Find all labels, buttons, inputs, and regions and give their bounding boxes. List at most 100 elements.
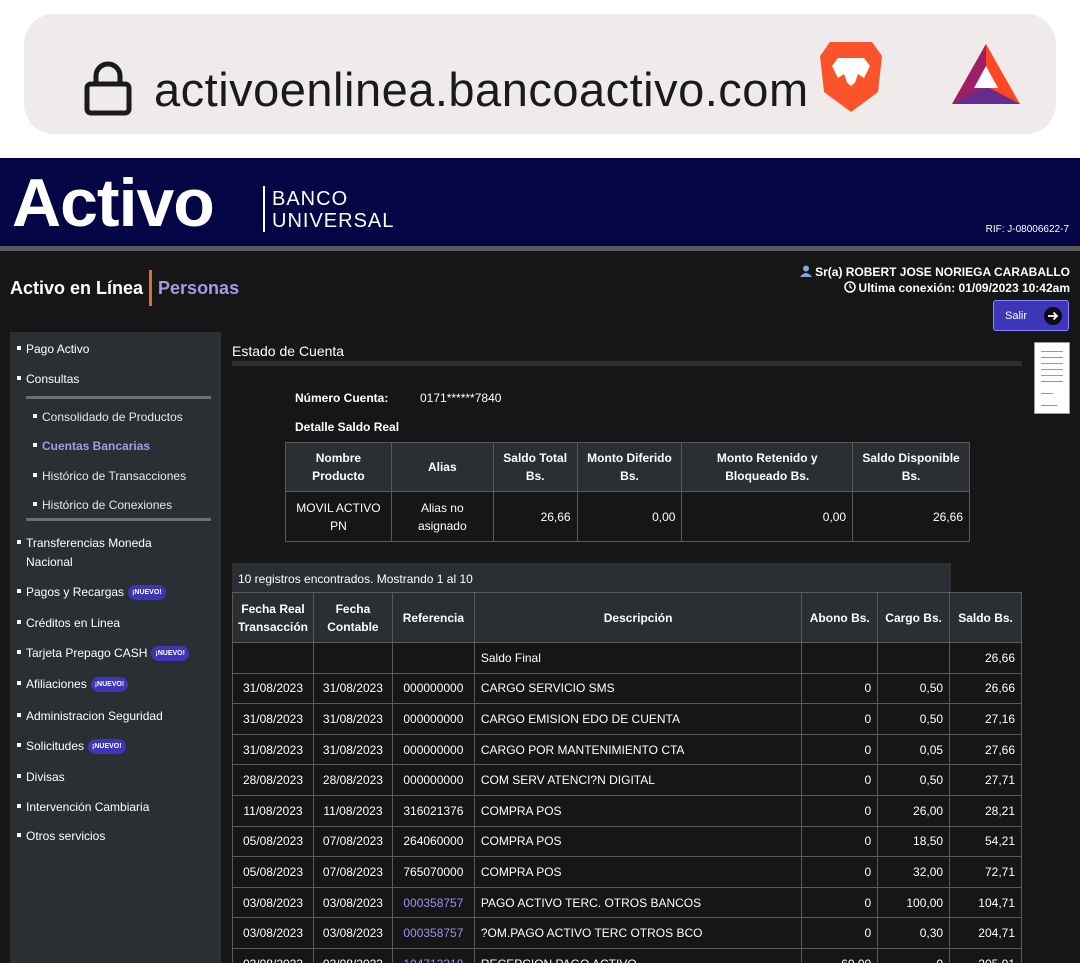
transaction-cell: 28,21 xyxy=(949,794,1022,827)
bat-triangle-icon[interactable] xyxy=(950,42,1022,106)
new-badge: ¡NUEVO! xyxy=(88,739,126,755)
address-bar[interactable]: activoenlinea.bancoactivo.com xyxy=(24,14,1056,134)
sidebar-item-label: Cuentas Bancarias xyxy=(42,439,151,453)
section-brand: Activo en Línea Personas xyxy=(10,270,239,306)
transaction-cell xyxy=(312,642,393,674)
sidebar-item-label: Tarjeta Prepago CASH xyxy=(26,646,148,660)
balance-column-header: Saldo Disponible Bs. xyxy=(852,442,970,492)
balance-cell: 0,00 xyxy=(576,491,683,542)
transaction-cell: 07/08/2023 xyxy=(312,825,393,858)
transaction-cell: 316021376 xyxy=(391,794,475,827)
transaction-cell: COM SERV ATENCI?N DIGITAL xyxy=(473,764,803,796)
transaction-cell: 18,50 xyxy=(877,825,951,858)
transaction-cell: 28/08/2023 xyxy=(232,764,314,796)
transaction-column-header: Fecha Contable xyxy=(312,592,393,643)
logout-button[interactable]: Salir xyxy=(993,300,1069,331)
sidebar-item-label: Consolidado de Productos xyxy=(42,410,183,424)
brand-accent-bar xyxy=(149,270,153,306)
sidebar-item-label: Divisas xyxy=(26,770,65,784)
transaction-cell: 31/08/2023 xyxy=(312,672,393,705)
transaction-cell: 11/08/2023 xyxy=(232,794,314,827)
browser-bar: activoenlinea.bancoactivo.com xyxy=(0,0,1080,158)
transaction-cell xyxy=(232,642,314,674)
transactions-table: Fecha Real Transacción Fecha Contable Refe… xyxy=(232,592,1022,963)
transaction-cell: 03/08/2023 xyxy=(232,947,314,963)
transaction-cell: 60,00 xyxy=(801,947,879,963)
table-row: 28/08/2023 28/08/2023 000000000 COM SERV AT… xyxy=(232,764,1022,796)
balance-table: Nombre Producto Alias Saldo Total Bs. Monto… xyxy=(285,442,970,542)
transaction-cell: 000000000 xyxy=(391,764,475,796)
table-row: 11/08/2023 11/08/2023 316021376 COMPRA POS 0… xyxy=(232,794,1022,827)
title-rule xyxy=(232,361,1022,366)
bank-banner: Activo BANCO UNIVERSAL RIF: J-08006622-7 xyxy=(0,158,1080,246)
account-number-value: 0171******7840 xyxy=(420,391,502,405)
table-row: Saldo Final 26,66 xyxy=(232,642,1022,674)
transaction-cell: 0,50 xyxy=(877,672,951,705)
new-badge: ¡NUEVO! xyxy=(151,646,189,662)
sidebar-item-label: Otros servicios xyxy=(26,829,106,843)
transaction-cell: 0 xyxy=(801,764,879,796)
transaction-cell: 205,01 xyxy=(949,947,1022,963)
transaction-cell: 0 xyxy=(877,947,951,963)
clock-icon xyxy=(843,281,856,293)
reference-link[interactable]: 104713318 xyxy=(391,947,475,963)
reference-link[interactable]: 000358757 xyxy=(391,886,475,919)
transaction-cell: COMPRA POS xyxy=(473,856,803,888)
transaction-cell: 03/08/2023 xyxy=(232,917,314,949)
transaction-cell xyxy=(801,642,879,674)
transaction-cell: 104,71 xyxy=(949,886,1022,919)
records-count: 10 registros encontrados. Mostrando 1 al… xyxy=(232,563,951,593)
transaction-column-header: Abono Bs. xyxy=(801,592,879,643)
balance-column-header: Monto Retenido y Bloqueado Bs. xyxy=(681,442,854,492)
logo-line-2: UNIVERSAL xyxy=(272,210,395,232)
new-badge: ¡NUEVO! xyxy=(128,585,166,601)
sidebar-item-label: Pagos y Recargas xyxy=(26,585,125,599)
table-row: 05/08/2023 07/08/2023 264060000 COMPRA POS 0… xyxy=(232,825,1022,858)
transaction-cell: 27,71 xyxy=(949,764,1022,796)
balance-detail-heading: Detalle Saldo Real xyxy=(295,420,400,434)
lock-icon[interactable] xyxy=(84,60,132,116)
transaction-cell: 264060000 xyxy=(391,825,475,858)
transaction-cell: CARGO POR MANTENIMIENTO CTA xyxy=(473,733,803,766)
transaction-cell: 0,30 xyxy=(877,917,951,949)
balance-cell: 0,00 xyxy=(681,491,854,542)
sidebar-item-label: Pago Activo xyxy=(26,342,90,356)
transaction-cell: CARGO EMISION EDO DE CUENTA xyxy=(473,703,803,735)
transaction-cell: 0,50 xyxy=(877,764,951,796)
reference-link[interactable]: 000358757 xyxy=(391,917,475,949)
sidebar: Pago Activo Consultas Consolidado de Pro… xyxy=(10,332,221,963)
transaction-cell: 26,66 xyxy=(949,672,1022,705)
logo-divider xyxy=(263,186,265,232)
transaction-cell: 11/08/2023 xyxy=(312,794,393,827)
transaction-cell: 31/08/2023 xyxy=(232,733,314,766)
transaction-cell: ?OM.PAGO ACTIVO TERC OTROS BCO xyxy=(473,917,803,949)
balance-cell: 26,66 xyxy=(492,491,578,542)
transaction-cell: 0,50 xyxy=(877,703,951,735)
transaction-cell: 03/08/2023 xyxy=(312,917,393,949)
sidebar-item-label: Histórico de Transacciones xyxy=(42,469,187,483)
bank-logo-wordmark[interactable]: Activo xyxy=(12,164,215,242)
arrow-right-icon xyxy=(1044,307,1062,325)
transaction-column-header: Referencia xyxy=(391,592,475,643)
statement-document-icon[interactable] xyxy=(1034,342,1070,414)
transaction-cell: 05/08/2023 xyxy=(232,856,314,888)
transaction-cell: 03/08/2023 xyxy=(312,886,393,919)
transaction-cell: 0 xyxy=(801,733,879,766)
transaction-cell: 000000000 xyxy=(391,733,475,766)
submenu-divider xyxy=(26,396,211,399)
logout-label: Salir xyxy=(1005,310,1028,322)
url-text[interactable]: activoenlinea.bancoactivo.com xyxy=(154,62,814,117)
balance-column-header: Monto Diferido Bs. xyxy=(576,442,683,492)
transaction-cell: 0 xyxy=(801,672,879,705)
transaction-cell: 000000000 xyxy=(391,672,475,705)
table-row: 03/08/2023 03/08/2023 000358757 ?OM.PAGO AC… xyxy=(232,917,1022,949)
transaction-cell: 31/08/2023 xyxy=(312,733,393,766)
transaction-cell: 27,66 xyxy=(949,733,1022,766)
transaction-cell: 0 xyxy=(801,703,879,735)
table-row: 31/08/2023 31/08/2023 000000000 CARGO POR M… xyxy=(232,733,1022,766)
last-connection: Ultima conexión: 01/09/2023 10:42am xyxy=(858,281,1070,295)
transaction-cell: COMPRA POS xyxy=(473,825,803,858)
brave-lion-icon[interactable] xyxy=(816,38,886,114)
sidebar-item-label: Créditos en Linea xyxy=(26,616,121,630)
transaction-cell: 54,21 xyxy=(949,825,1022,858)
